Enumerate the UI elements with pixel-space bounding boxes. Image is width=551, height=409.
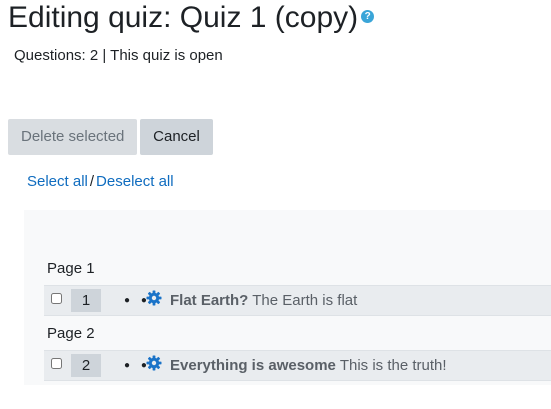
question-slot-2: 2 ● ● Everything is awesome This is the … <box>44 350 551 381</box>
question-slot-1: 1 ● ● Flat Earth? The Earth is flat <box>44 285 551 316</box>
question-text: Everything is awesome This is the truth! <box>170 356 447 375</box>
question-number: 1 <box>71 289 101 312</box>
question-name[interactable]: Everything is awesome <box>170 357 336 374</box>
question-select-checkbox[interactable] <box>51 358 62 369</box>
question-select-checkbox[interactable] <box>51 293 62 304</box>
gear-icon[interactable] <box>146 290 162 306</box>
select-links: Select all / Deselect all <box>27 172 174 192</box>
quiz-edit-area: Page 1 1 ● ● Flat Earth? The Earth is fl… <box>24 210 551 385</box>
deselect-all-link[interactable]: Deselect all <box>96 173 174 190</box>
quiz-status-line: Questions: 2 | This quiz is open <box>14 47 223 64</box>
page-label-1: Page 1 <box>47 260 95 277</box>
delete-selected-button[interactable]: Delete selected <box>8 119 137 155</box>
link-separator: / <box>89 173 95 190</box>
question-circle-icon[interactable]: ? <box>361 9 375 23</box>
question-body: The Earth is flat <box>252 292 358 309</box>
question-body: This is the truth! <box>339 357 447 374</box>
cancel-button[interactable]: Cancel <box>140 119 213 155</box>
page-title: Editing quiz: Quiz 1 (copy)? <box>8 0 375 36</box>
question-text: Flat Earth? The Earth is flat <box>170 291 357 310</box>
select-all-link[interactable]: Select all <box>27 173 88 190</box>
question-name[interactable]: Flat Earth? <box>170 292 248 309</box>
page-title-text: Editing quiz: Quiz 1 (copy) <box>8 1 359 34</box>
question-number: 2 <box>71 354 101 377</box>
gear-icon[interactable] <box>146 355 162 371</box>
page-label-2: Page 2 <box>47 325 95 342</box>
